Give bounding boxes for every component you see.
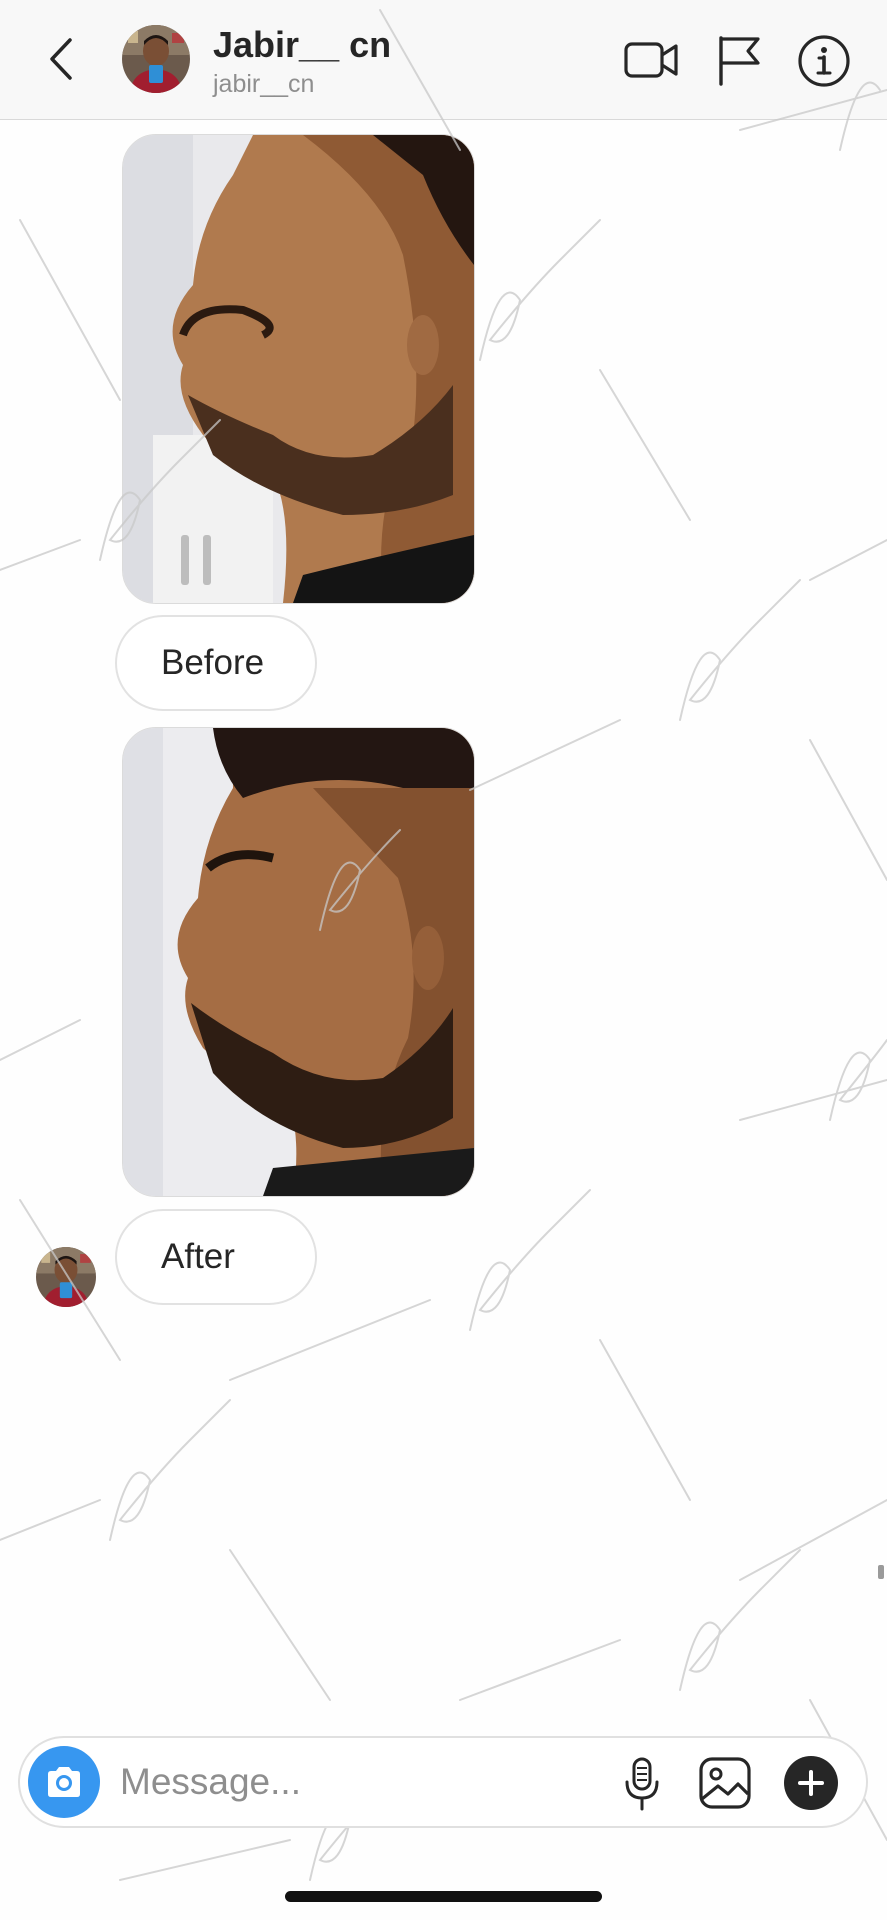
- camera-button[interactable]: [28, 1746, 100, 1818]
- info-icon[interactable]: [797, 34, 851, 88]
- avatar[interactable]: [122, 25, 190, 93]
- gallery-icon[interactable]: [698, 1756, 752, 1810]
- video-camera-icon[interactable]: [623, 34, 679, 86]
- chat-username[interactable]: jabir__cn: [213, 70, 314, 99]
- plus-icon: [798, 1770, 824, 1796]
- message-bubble-before[interactable]: Before: [115, 615, 317, 711]
- message-bubble-after[interactable]: After: [115, 1209, 317, 1305]
- microphone-icon[interactable]: [622, 1756, 662, 1812]
- message-text: Before: [161, 643, 265, 682]
- home-indicator[interactable]: [285, 1891, 602, 1902]
- chat-display-name[interactable]: Jabir__ cn: [213, 24, 391, 66]
- flag-icon[interactable]: [716, 34, 762, 86]
- chat-header: Jabir__ cn jabir__cn: [0, 0, 887, 120]
- message-photo-after[interactable]: [122, 727, 475, 1197]
- message-text: After: [161, 1237, 235, 1276]
- direct-message-screen: Jabir__ cn jabir__cn Before After Messag…: [0, 0, 887, 1920]
- message-photo-before[interactable]: [122, 134, 475, 604]
- message-input[interactable]: [120, 1756, 520, 1808]
- more-options-button[interactable]: [784, 1756, 838, 1810]
- message-composer: [18, 1736, 868, 1828]
- camera-icon: [48, 1767, 80, 1797]
- chevron-left-icon[interactable]: [44, 36, 80, 82]
- sender-avatar[interactable]: [36, 1247, 96, 1307]
- scroll-indicator[interactable]: [878, 1565, 884, 1579]
